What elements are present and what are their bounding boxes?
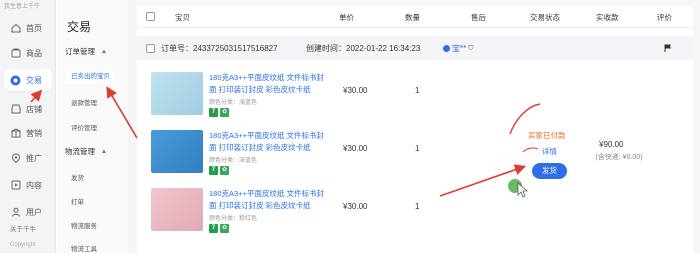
shop-guarantee-icon: ✿ bbox=[220, 108, 229, 117]
order-management-group[interactable]: 订单管理 ▲ bbox=[65, 46, 107, 57]
user-icon bbox=[10, 207, 21, 218]
buyer-avatar-icon bbox=[443, 45, 450, 52]
shop-guarantee-icon: ✿ bbox=[220, 224, 229, 233]
product-spec: 颜色分类：浅蓝色 bbox=[209, 100, 258, 106]
product-spec: 颜色分类：深蓝色 bbox=[209, 158, 258, 164]
table-header: 宝贝 单价 数量 售后 交易状态 实收款 评价 bbox=[137, 6, 693, 28]
order-header: 订单号：2433725031517516827 创建时间：2022-01-22 … bbox=[137, 36, 693, 60]
nav-item-label: 首页 bbox=[26, 23, 42, 33]
about-link[interactable]: 关于千牛 bbox=[10, 223, 36, 233]
group-label: 物流管理 bbox=[65, 147, 95, 156]
flag-icon[interactable] bbox=[664, 44, 672, 52]
content-icon bbox=[10, 180, 21, 191]
product-tags: 7 ✿ bbox=[209, 108, 229, 117]
submenu-item-print-labels[interactable]: 打单 bbox=[71, 196, 84, 206]
order-number-value: 2433725031517516827 bbox=[193, 44, 278, 53]
nav-item-store[interactable]: 店铺 bbox=[4, 98, 52, 120]
product-thumbnail[interactable] bbox=[151, 188, 203, 231]
created-time-label: 创建时间： bbox=[306, 44, 346, 53]
column-header-item: 宝贝 bbox=[175, 13, 190, 22]
nav-item-label: 营销 bbox=[26, 128, 42, 138]
group-label: 订单管理 bbox=[65, 47, 95, 56]
order-number-label: 订单号： bbox=[161, 44, 193, 53]
brand-text: 我生意上千牛 bbox=[4, 4, 41, 10]
nav-item-marketing[interactable]: 营销 bbox=[4, 122, 52, 144]
main-nav: 我生意上千牛 首页 商品 交易 店铺 营销 推广 内容 用户 关于千牛 Copy… bbox=[0, 0, 56, 253]
main-content: 宝贝 单价 数量 售后 交易状态 实收款 评价 订单号：243372503151… bbox=[131, 0, 700, 253]
order-table: 宝贝 单价 数量 售后 交易状态 实收款 评价 订单号：243372503151… bbox=[137, 6, 693, 253]
column-header-review: 评价 bbox=[657, 13, 672, 22]
submenu-item-reviews[interactable]: 评价管理 bbox=[71, 122, 97, 132]
7-day-return-icon: 7 bbox=[209, 224, 218, 233]
nav-item-promotion[interactable]: 推广 bbox=[4, 147, 52, 169]
buyer-name[interactable]: 宝** bbox=[452, 43, 466, 54]
received-amount: ¥90.00 bbox=[599, 140, 624, 149]
nav-item-label: 内容 bbox=[26, 180, 42, 190]
home-icon bbox=[10, 23, 21, 34]
submenu-item-ship[interactable]: 发货 bbox=[71, 172, 84, 182]
nav-item-trade[interactable]: 交易 bbox=[4, 69, 52, 91]
submenu-item-logistics-service[interactable]: 物流服务 bbox=[71, 220, 97, 230]
product-name-link[interactable]: 180克A3++平面皮纹纸 文件标书封面 打印装订封皮 彩色皮纹卡纸 bbox=[209, 188, 329, 212]
product-tags: 7 ✿ bbox=[209, 224, 229, 233]
submenu-item-refunds[interactable]: 退款管理 bbox=[71, 97, 97, 107]
goods-icon bbox=[10, 48, 21, 59]
column-header-after-sales: 售后 bbox=[471, 13, 486, 22]
column-header-status: 交易状态 bbox=[530, 13, 560, 22]
nav-item-content[interactable]: 内容 bbox=[4, 174, 52, 196]
nav-item-user[interactable]: 用户 bbox=[4, 201, 52, 223]
chevron-up-icon: ▲ bbox=[101, 148, 107, 155]
product-thumbnail[interactable] bbox=[151, 130, 203, 173]
column-header-price: 单价 bbox=[339, 13, 354, 22]
product-row: 180克A3++平面皮纹纸 文件标书封面 打印装订封皮 彩色皮纹卡纸 颜色分类：… bbox=[137, 72, 497, 130]
order-detail-link[interactable]: 详情 bbox=[542, 146, 557, 157]
7-day-return-icon: 7 bbox=[209, 108, 218, 117]
product-row: 180克A3++平面皮纹纸 文件标书封面 打印装订封皮 彩色皮纹卡纸 颜色分类：… bbox=[137, 130, 497, 188]
unit-price: ¥30.00 bbox=[343, 86, 368, 95]
trade-icon bbox=[10, 75, 21, 86]
ship-button[interactable]: 发货 bbox=[532, 163, 567, 179]
nav-item-label: 店铺 bbox=[26, 104, 42, 114]
promotion-icon bbox=[10, 153, 21, 164]
order-checkbox[interactable] bbox=[146, 44, 155, 53]
unit-price: ¥30.00 bbox=[343, 144, 368, 153]
trade-status: 买家已付款 bbox=[528, 131, 566, 140]
nav-item-label: 推广 bbox=[26, 153, 42, 163]
nav-item-home[interactable]: 首页 bbox=[4, 17, 52, 39]
freight-note: (含快递: ¥0.00) bbox=[595, 154, 643, 161]
trade-submenu: 交易 订单管理 ▲ 已卖出的宝贝 退款管理 评价管理 物流管理 ▲ 发货 打单 … bbox=[57, 0, 130, 253]
marketing-icon bbox=[10, 128, 21, 139]
product-thumbnail[interactable] bbox=[151, 72, 203, 115]
nav-item-goods[interactable]: 商品 bbox=[4, 42, 52, 64]
copyright-text: Copyright bbox=[10, 242, 36, 248]
column-header-quantity: 数量 bbox=[405, 13, 420, 22]
select-all-checkbox[interactable] bbox=[146, 12, 155, 21]
order-created-time: 创建时间：2022-01-22 16:34:23 bbox=[306, 43, 420, 54]
product-row: 180克A3++平面皮纹纸 文件标书封面 打印装订封皮 彩色皮纹卡纸 颜色分类：… bbox=[137, 188, 497, 246]
submenu-item-sold-items[interactable]: 已卖出的宝贝 bbox=[65, 70, 115, 84]
submenu-title: 交易 bbox=[67, 20, 92, 34]
unit-price: ¥30.00 bbox=[343, 202, 368, 211]
product-tags: 7 ✿ bbox=[209, 166, 229, 175]
product-name-link[interactable]: 180克A3++平面皮纹纸 文件标书封面 打印装订封皮 彩色皮纹卡纸 bbox=[209, 72, 329, 96]
chevron-up-icon: ▲ bbox=[101, 48, 107, 55]
buyer-info[interactable]: 宝** ⛉ bbox=[443, 43, 473, 54]
7-day-return-icon: 7 bbox=[209, 166, 218, 175]
product-name-link[interactable]: 180克A3++平面皮纹纸 文件标书封面 打印装订封皮 彩色皮纹卡纸 bbox=[209, 130, 329, 154]
shop-guarantee-icon: ✿ bbox=[220, 166, 229, 175]
filter-icon[interactable]: ⛉ bbox=[468, 45, 473, 53]
submenu-item-logistics-tools[interactable]: 物流工具 bbox=[71, 243, 97, 253]
created-time-value: 2022-01-22 16:34:23 bbox=[346, 44, 421, 53]
quantity: 1 bbox=[415, 202, 420, 211]
product-spec: 颜色分类：粉红色 bbox=[209, 216, 258, 222]
logistics-management-group[interactable]: 物流管理 ▲ bbox=[65, 146, 107, 157]
nav-item-label: 商品 bbox=[26, 48, 42, 58]
column-header-received: 实收款 bbox=[596, 13, 619, 22]
nav-item-label: 交易 bbox=[26, 75, 42, 85]
quantity: 1 bbox=[415, 144, 420, 153]
quantity: 1 bbox=[415, 86, 420, 95]
order-number: 订单号：2433725031517516827 bbox=[161, 43, 278, 54]
store-icon bbox=[10, 104, 21, 115]
nav-item-label: 用户 bbox=[26, 207, 42, 217]
